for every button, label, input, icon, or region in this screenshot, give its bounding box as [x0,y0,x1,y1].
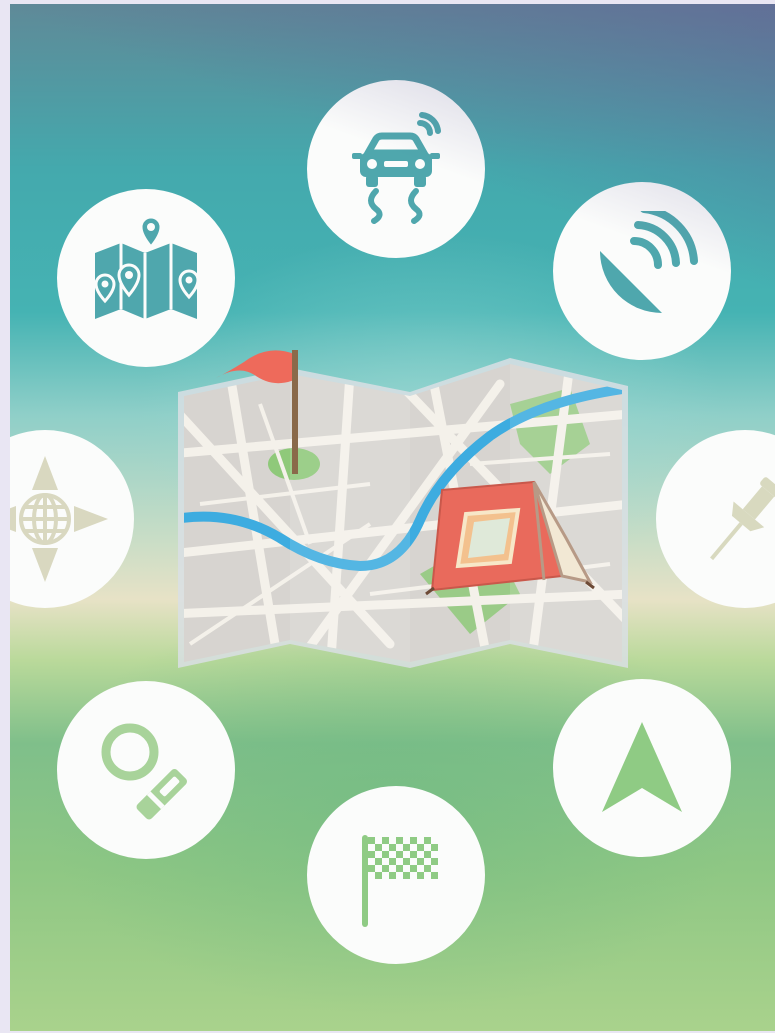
navigation-arrow-icon [602,722,682,812]
car-icon-button[interactable] [307,80,485,258]
magnifier-icon [101,723,187,820]
central-folded-map [170,344,630,674]
folded-map-illustration [178,350,628,668]
satellite-icon-button[interactable] [553,182,731,360]
self-driving-car-icon [352,112,441,224]
push-pin-icon-button[interactable] [656,430,775,608]
search-icon-button[interactable] [57,681,235,859]
compass-icon-button[interactable] [10,430,134,608]
illustration-canvas [10,4,775,1031]
push-pin-icon [710,477,775,561]
navigation-icon-button[interactable] [553,679,731,857]
satellite-dish-icon [600,211,698,313]
checkered-flag-icon [362,835,438,927]
globe-compass-icon [10,456,108,582]
map-pins-icon-button[interactable] [57,189,235,367]
finish-flag-icon-button[interactable] [307,786,485,964]
map-with-pins-icon [94,215,200,319]
